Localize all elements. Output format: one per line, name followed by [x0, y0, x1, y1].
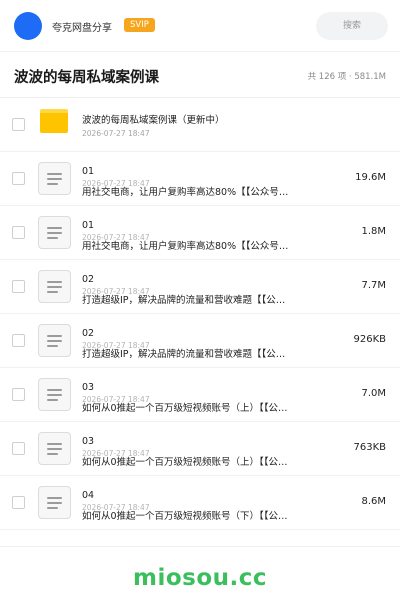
file-number: 01 [82, 220, 95, 231]
page-title: 波波的每周私域案例课 [14, 70, 159, 86]
file-name: 如何从0推起一个百万级短视频账号（下）【【公… [82, 511, 288, 522]
file-row[interactable]: 03 2026-07-27 18:47 如何从0推起一个百万级短视频账号（上）【… [0, 368, 400, 422]
file-number: 01 [82, 166, 95, 177]
select-checkbox[interactable] [12, 118, 25, 131]
site-watermark: miosou.cc [132, 565, 268, 591]
file-name: 打造超级IP，解决品牌的流量和营收难题【【公… [82, 295, 286, 306]
file-size: 7.0M [361, 388, 386, 399]
file-row[interactable]: 02 2026-07-27 18:47 打造超级IP，解决品牌的流量和营收难题【… [0, 314, 400, 368]
file-size: 8.6M [361, 496, 386, 507]
file-name: 打造超级IP，解决品牌的流量和营收难题【【公… [82, 349, 286, 360]
app-name: 夸克网盘分享 [52, 23, 112, 34]
select-checkbox[interactable] [12, 388, 25, 401]
document-icon [38, 432, 71, 465]
file-name: 用社交电商，让用户复购率高达80%【【公众号… [82, 187, 289, 198]
folder-icon [40, 109, 68, 133]
file-row[interactable]: 02 2026-07-27 18:47 打造超级IP，解决品牌的流量和营收难题【… [0, 260, 400, 314]
folder-header: 波波的每周私域案例课 共 126 项 · 581.1M [0, 52, 400, 98]
footer: miosou.cc [0, 546, 400, 600]
document-icon [38, 378, 71, 411]
file-size: 7.7M [361, 280, 386, 291]
avatar[interactable] [14, 12, 42, 40]
file-row[interactable]: 01 2026-07-27 18:47 用社交电商，让用户复购率高达80%【【公… [0, 206, 400, 260]
folder-row[interactable]: 波波的每周私域案例课（更新中） 2026-07-27 18:47 [0, 98, 400, 152]
file-number: 02 [82, 274, 95, 285]
top-bar: 夸克网盘分享 SVIP 搜索 [0, 0, 400, 52]
file-row[interactable]: 03 2026-07-27 18:47 如何从0推起一个百万级短视频账号（上）【… [0, 422, 400, 476]
select-checkbox[interactable] [12, 496, 25, 509]
document-icon [38, 324, 71, 357]
select-checkbox[interactable] [12, 172, 25, 185]
file-number: 03 [82, 436, 95, 447]
modified-date: 2026-07-27 18:47 [82, 129, 150, 138]
file-row[interactable]: 04 2026-07-27 18:47 如何从0推起一个百万级短视频账号（下）【… [0, 476, 400, 530]
item-count: 共 126 项 · 581.1M [307, 72, 386, 82]
file-size: 1.8M [361, 226, 386, 237]
document-icon [38, 270, 71, 303]
document-icon [38, 486, 71, 519]
document-icon [38, 216, 71, 249]
file-name: 如何从0推起一个百万级短视频账号（上）【【公… [82, 403, 288, 414]
file-number: 03 [82, 382, 95, 393]
select-checkbox[interactable] [12, 280, 25, 293]
select-checkbox[interactable] [12, 226, 25, 239]
file-row[interactable]: 01 2026-07-27 18:47 用社交电商，让用户复购率高达80%【【公… [0, 152, 400, 206]
file-name: 如何从0推起一个百万级短视频账号（上）【【公… [82, 457, 288, 468]
file-list: 波波的每周私域案例课（更新中） 2026-07-27 18:47 01 2026… [0, 98, 400, 530]
file-size: 763KB [353, 442, 386, 453]
document-icon [38, 162, 71, 195]
file-number: 02 [82, 328, 95, 339]
svip-badge: SVIP [124, 18, 155, 32]
select-checkbox[interactable] [12, 442, 25, 455]
folder-name: 波波的每周私域案例课（更新中） [82, 115, 225, 126]
file-number: 04 [82, 490, 95, 501]
file-size: 926KB [353, 334, 386, 345]
select-checkbox[interactable] [12, 334, 25, 347]
search-input[interactable]: 搜索 [316, 12, 388, 40]
file-name: 用社交电商，让用户复购率高达80%【【公众号… [82, 241, 289, 252]
file-size: 19.6M [355, 172, 386, 183]
